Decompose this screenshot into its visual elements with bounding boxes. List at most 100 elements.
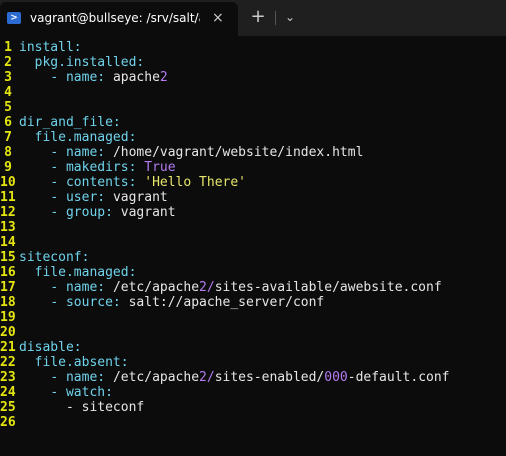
code-token: -default.conf (347, 370, 450, 385)
code-token: - (50, 175, 66, 190)
code-token: 2 (159, 70, 168, 85)
code-token: source: (65, 295, 129, 310)
code-token: name: (65, 145, 113, 160)
line-number: 4 (4, 85, 12, 100)
code-line: 20 (0, 325, 506, 340)
line-number: 23 (0, 370, 16, 385)
code-token: vagrant (120, 205, 176, 220)
line-number: 1 (4, 40, 12, 55)
line-number: 15 (0, 250, 16, 265)
code-line: 10 - contents: 'Hello There' (0, 175, 506, 190)
line-number: 16 (0, 265, 16, 280)
code-line: 16 file.managed: (0, 265, 506, 280)
line-number: 20 (0, 325, 16, 340)
powershell-icon: > (7, 12, 21, 24)
code-token: - (50, 160, 66, 175)
code-line: 18 - source: salt://apache_server/conf (0, 295, 506, 310)
code-line: 6 dir_and_file: (0, 115, 506, 130)
code-token: sites-enabled/ (214, 370, 325, 385)
line-number: 8 (4, 145, 12, 160)
code-token: - (50, 280, 66, 295)
code-token: - (50, 70, 66, 85)
code-token: 2/ (199, 370, 215, 385)
code-token: - (50, 205, 66, 220)
line-number: 12 (0, 205, 16, 220)
chevron-down-icon[interactable]: ⌄ (276, 4, 304, 30)
code-token: vagrant (112, 190, 168, 205)
line-number: 13 (0, 220, 16, 235)
code-line: 21 disable: (0, 340, 506, 355)
code-token: user: (65, 190, 113, 205)
code-line: 22 file.absent: (0, 355, 506, 370)
code-text: - group: vagrant (19, 205, 176, 220)
code-token: /etc/apache (112, 280, 200, 295)
line-number: 19 (0, 310, 16, 325)
code-token: - (50, 295, 66, 310)
code-token: siteconf: (19, 250, 90, 265)
code-token: apache (112, 70, 160, 85)
close-icon[interactable]: × (212, 10, 224, 26)
code-token: sites-available/awebsite.conf (214, 280, 442, 295)
line-number: 7 (4, 130, 12, 145)
code-token: group: (65, 205, 121, 220)
line-number: 10 (0, 175, 16, 190)
code-token: name: (65, 370, 113, 385)
code-token: file.absent: (34, 355, 129, 370)
code-token: watch: (65, 385, 113, 400)
line-number: 3 (4, 70, 12, 85)
line-number: 11 (0, 190, 16, 205)
code-text: disable: (19, 340, 82, 355)
code-token: install: (19, 40, 82, 55)
code-token: - (50, 145, 66, 160)
code-token: disable: (19, 340, 82, 355)
code-text: - name: /etc/apache2/sites-available/awe… (19, 280, 442, 295)
code-token: - (50, 370, 66, 385)
line-number: 14 (0, 235, 16, 250)
tab-title: vagrant@bullseye: /srv/salt/a (30, 11, 200, 25)
code-text: - name: /home/vagrant/website/index.html (19, 145, 363, 160)
tab-bar: > vagrant@bullseye: /srv/salt/a × + ⌄ (0, 0, 506, 36)
code-text: siteconf: (19, 250, 89, 265)
code-text: - watch: (19, 385, 113, 400)
code-token: contents: (65, 175, 145, 190)
code-text: file.absent: (19, 355, 129, 370)
terminal-tab[interactable]: > vagrant@bullseye: /srv/salt/a × (0, 2, 238, 36)
code-line: 17 - name: /etc/apache2/sites-available/… (0, 280, 506, 295)
code-text: - makedirs: True (19, 160, 175, 175)
line-number: 21 (0, 340, 16, 355)
code-line: 2 pkg.installed: (0, 55, 506, 70)
code-token: - (50, 190, 66, 205)
code-line: 25 - siteconf (0, 400, 506, 415)
code-token: name: (65, 280, 113, 295)
code-token: file.managed: (34, 130, 137, 145)
code-token: /etc/apache (112, 370, 200, 385)
code-line: 26 (0, 415, 506, 430)
code-line: 23 - name: /etc/apache2/sites-enabled/00… (0, 370, 506, 385)
code-token: dir_and_file: (19, 115, 121, 130)
code-token: /home/vagrant/website/index.html (112, 145, 364, 160)
line-number: 5 (4, 100, 12, 115)
line-number: 6 (4, 115, 12, 130)
code-line: 11 - user: vagrant (0, 190, 506, 205)
code-text: - name: /etc/apache2/sites-enabled/000-d… (19, 370, 450, 385)
code-line: 24 - watch: (0, 385, 506, 400)
code-text: - siteconf (19, 400, 144, 415)
line-number: 24 (0, 385, 16, 400)
code-text: - user: vagrant (19, 190, 168, 205)
code-token: makedirs: (65, 160, 145, 175)
code-token: file.managed: (34, 265, 137, 280)
line-number: 25 (0, 400, 16, 415)
code-line: 12 - group: vagrant (0, 205, 506, 220)
line-number: 26 (0, 415, 16, 430)
new-tab-button[interactable]: + (244, 4, 272, 30)
code-text: install: (19, 40, 82, 55)
